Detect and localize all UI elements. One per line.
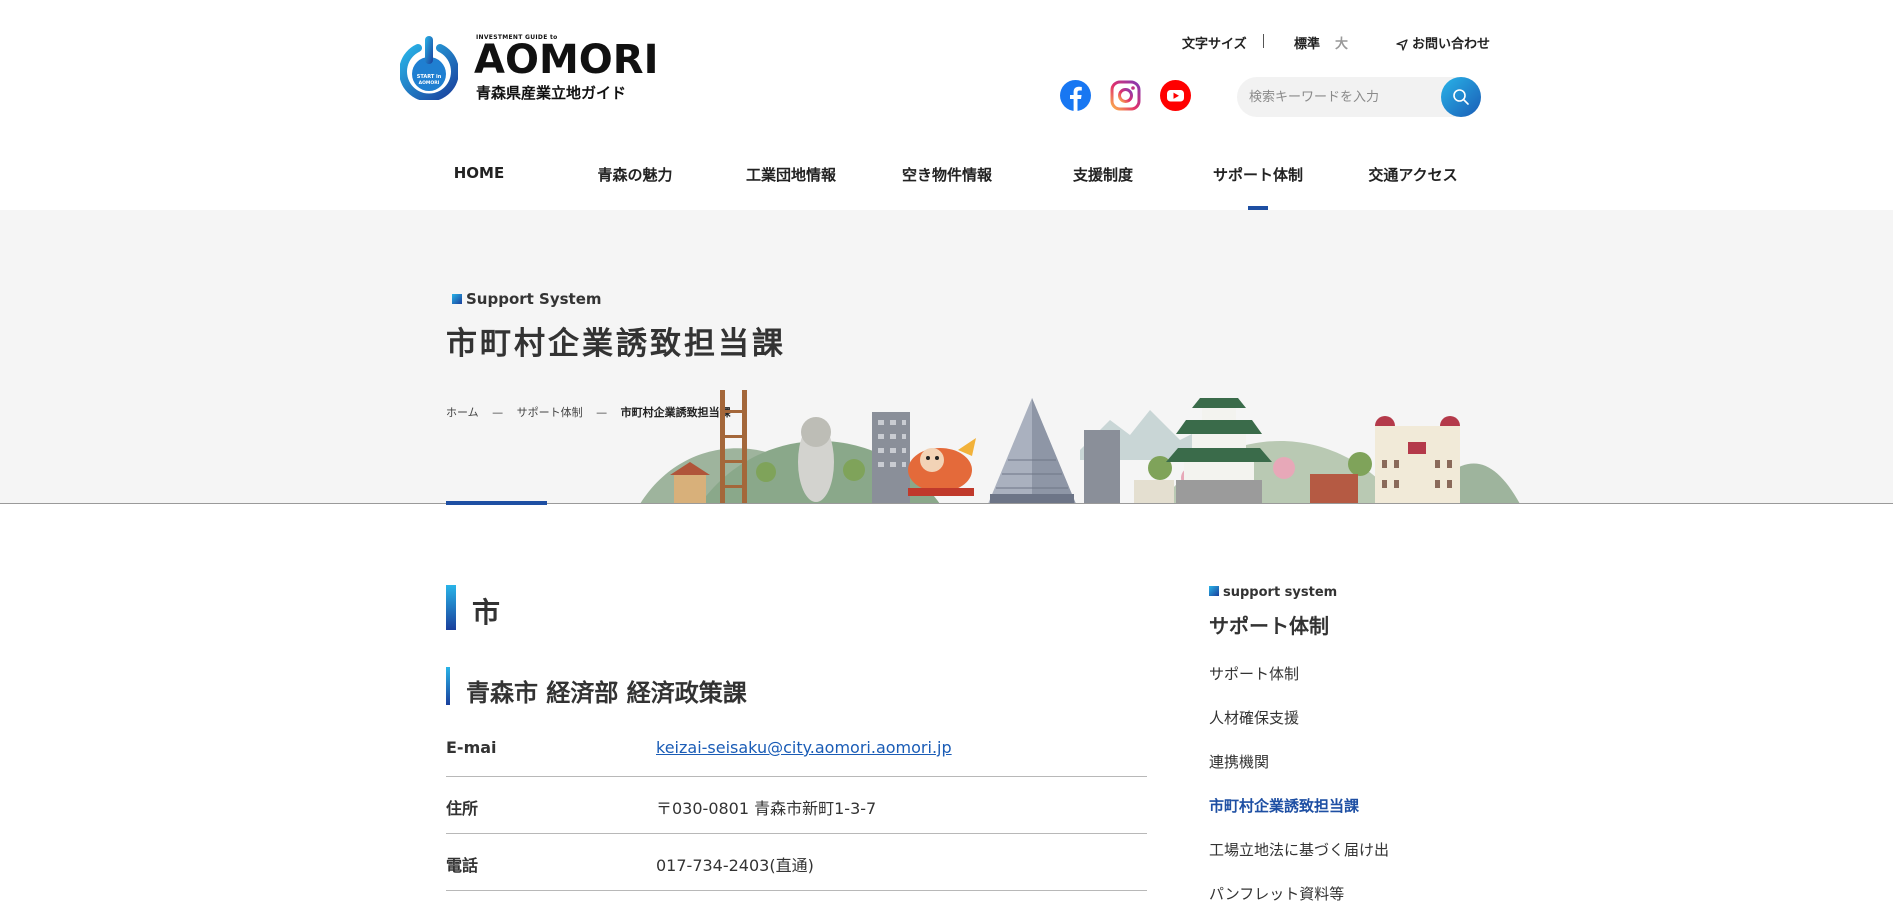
breadcrumb-home[interactable]: ホーム [446,406,479,419]
breadcrumb-separator: — [596,406,608,419]
section-heading-text: 市 [472,596,501,629]
logo-subtitle: 青森県産業立地ガイド [476,84,627,102]
sidebar-item-pamphlets[interactable]: パンフレット資料等 [1209,883,1344,904]
page-title: 市町村企業誘致担当課 [446,326,786,362]
subheading-accent-bar [446,667,450,705]
font-size-normal-button[interactable]: 標準 [1294,33,1320,52]
search-button[interactable] [1441,77,1481,117]
font-size-large-button[interactable]: 大 [1335,33,1348,52]
nav-attractions[interactable]: 青森の魅力 [557,164,713,185]
nav-home[interactable]: HOME [401,164,557,182]
sidebar-item-factory-notification[interactable]: 工場立地法に基づく届け出 [1209,839,1389,860]
breadcrumb-support-system[interactable]: サポート体制 [517,406,583,419]
instagram-icon[interactable] [1110,80,1141,111]
info-value-phone: 017-734-2403(直通) [656,856,814,875]
breadcrumb-separator: — [492,406,504,419]
hero-label: Support System [452,290,602,308]
search-icon [1453,89,1469,105]
info-label-phone: 電話 [446,856,479,875]
info-label-email: E-mai [446,738,497,757]
power-logo-icon: START in AOMORI [400,36,458,100]
contact-label: お問い合わせ [1412,37,1491,52]
contact-link[interactable]: お問い合わせ [1396,33,1490,52]
page-hero: Support System 市町村企業誘致担当課 ホーム — サポート体制 —… [0,210,1893,505]
nav-access[interactable]: 交通アクセス [1335,164,1491,185]
heading-accent-bar [446,585,456,630]
site-logo[interactable]: START in AOMORI INVESTMENT GUIDE to AOMO… [400,32,658,104]
nav-industrial-parks[interactable]: 工業団地情報 [713,164,869,185]
logo-mark-text-2: AOMORI [419,80,440,86]
search-box [1237,77,1481,117]
hero-label-text: Support System [466,290,602,308]
aomori-skyline-illustration [640,390,1520,504]
email-link[interactable]: keizai-seisaku@city.aomori.aomori.jp [656,738,952,757]
sidebar-label-text: support system [1223,585,1338,600]
logo-mark-text-1: START in [417,74,442,80]
sidebar-item-municipal-contacts[interactable]: 市町村企業誘致担当課 [1209,795,1359,816]
nav-support-system[interactable]: サポート体制 [1180,164,1336,185]
info-row-address: 住所 〒030-0801 青森市新町1-3-7 [446,777,1147,834]
nav-support-programs[interactable]: 支援制度 [1025,164,1181,185]
send-icon [1396,38,1408,51]
global-nav: HOME 青森の魅力 工業団地情報 空き物件情報 支援制度 サポート体制 交通ア… [0,160,1893,210]
hero-baseline [0,503,1893,504]
search-input[interactable] [1249,77,1429,117]
sidebar-title: サポート体制 [1209,614,1329,638]
sidebar-item-support-system[interactable]: サポート体制 [1209,663,1299,684]
info-value-address: 〒030-0801 青森市新町1-3-7 [656,799,877,818]
bullet-square-icon [1209,586,1219,596]
info-label-address: 住所 [446,799,479,818]
youtube-icon[interactable] [1160,80,1191,111]
sidebar-label: support system [1209,585,1337,600]
department-heading-text: 青森市 経済部 経済政策課 [466,679,747,707]
site-header: START in AOMORI INVESTMENT GUIDE to AOMO… [0,0,1893,210]
sidebar-item-partner-organizations[interactable]: 連携機関 [1209,751,1269,772]
info-row-phone: 電話 017-734-2403(直通) [446,834,1147,891]
logo-name: AOMORI [474,37,659,83]
utility-divider [1263,34,1264,48]
font-size-label: 文字サイズ [1182,37,1247,52]
hero-accent-bar [446,501,547,505]
facebook-icon[interactable] [1060,80,1091,111]
nav-vacant-properties[interactable]: 空き物件情報 [869,164,1025,185]
sidebar-item-talent-support[interactable]: 人材確保支援 [1209,707,1299,728]
info-row-email: E-mai keizai-seisaku@city.aomori.aomori.… [446,720,1147,777]
bullet-square-icon [452,294,462,304]
